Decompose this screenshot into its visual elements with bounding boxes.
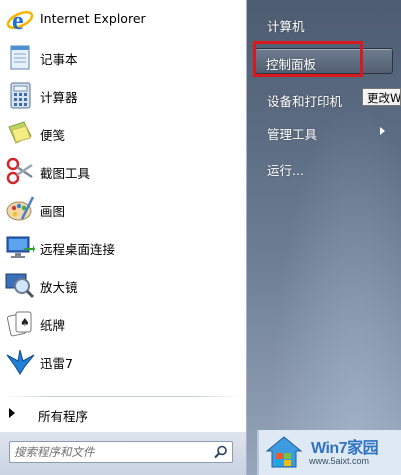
- notepad-icon: [10, 45, 30, 70]
- program-label: Internet Explorer: [40, 11, 146, 26]
- svg-text:♠: ♠: [20, 316, 30, 329]
- program-label: 迅雷7: [40, 356, 73, 371]
- calculator-icon: [10, 82, 31, 109]
- all-programs-button[interactable]: 所有程序: [0, 400, 246, 426]
- menu-item-label: 设备和打印机: [267, 94, 343, 109]
- triangle-right-icon: [9, 408, 15, 418]
- menu-item-computer[interactable]: 计算机: [255, 11, 395, 37]
- ie-icon: e: [6, 6, 34, 35]
- submenu-arrow-icon: [380, 127, 385, 135]
- program-label: 远程桌面连接: [40, 242, 116, 257]
- solitaire-icon: ♠: [6, 311, 32, 337]
- sticky-notes-icon: [8, 121, 32, 144]
- menu-item-label: 运行...: [267, 163, 304, 178]
- program-notepad[interactable]: 记事本: [0, 38, 246, 76]
- program-remote-desktop[interactable]: 远程桌面连接: [0, 228, 246, 266]
- search-input[interactable]: [14, 444, 204, 460]
- divider: [4, 396, 242, 397]
- program-magnifier[interactable]: 放大镜: [0, 266, 246, 304]
- menu-item-label: 管理工具: [267, 127, 318, 142]
- program-label: 纸牌: [40, 318, 66, 333]
- program-label: 便笺: [40, 128, 66, 143]
- search-box[interactable]: [9, 441, 233, 463]
- menu-item-run[interactable]: 运行...: [255, 155, 395, 181]
- program-label: 计算器: [40, 90, 78, 105]
- menu-item-control-panel[interactable]: 控制面板: [255, 48, 393, 74]
- program-solitaire[interactable]: ♠ 纸牌: [0, 304, 246, 342]
- menu-item-label: 控制面板: [266, 57, 317, 72]
- watermark-url: www.5aixt.com: [309, 456, 370, 466]
- remote-desktop-icon: [6, 236, 35, 258]
- program-label: 画图: [40, 204, 66, 219]
- tooltip: 更改Windows设置: [362, 88, 401, 106]
- house-icon: [265, 436, 303, 468]
- snipping-tool-icon: [6, 157, 33, 185]
- menu-item-label: 计算机: [267, 19, 305, 34]
- program-calculator[interactable]: 计算器: [0, 76, 246, 114]
- thunder-icon: [6, 349, 35, 375]
- program-snipping-tool[interactable]: 截图工具: [0, 152, 246, 190]
- program-label: 截图工具: [40, 166, 91, 181]
- program-internet-explorer[interactable]: e Internet Explorer: [0, 0, 246, 38]
- program-sticky-notes[interactable]: 便笺: [0, 114, 246, 152]
- svg-text:e: e: [12, 6, 24, 35]
- program-label: 放大镜: [40, 280, 78, 295]
- watermark-logo: Win7家园 www.5aixt.com: [257, 430, 401, 475]
- program-thunder[interactable]: 迅雷7: [0, 342, 246, 380]
- search-area: [0, 432, 246, 475]
- all-programs-label: 所有程序: [38, 409, 89, 424]
- paint-icon: [6, 196, 35, 221]
- programs-pane: e Internet Explorer 记事本 计算器 便笺 截图工具 画图 远…: [0, 0, 247, 475]
- search-icon[interactable]: [214, 445, 228, 459]
- menu-item-admin-tools[interactable]: 管理工具: [255, 119, 395, 145]
- watermark-title: Win7家园: [311, 440, 379, 457]
- program-label: 记事本: [40, 52, 78, 67]
- magnifier-icon: [5, 273, 35, 299]
- program-paint[interactable]: 画图: [0, 190, 246, 228]
